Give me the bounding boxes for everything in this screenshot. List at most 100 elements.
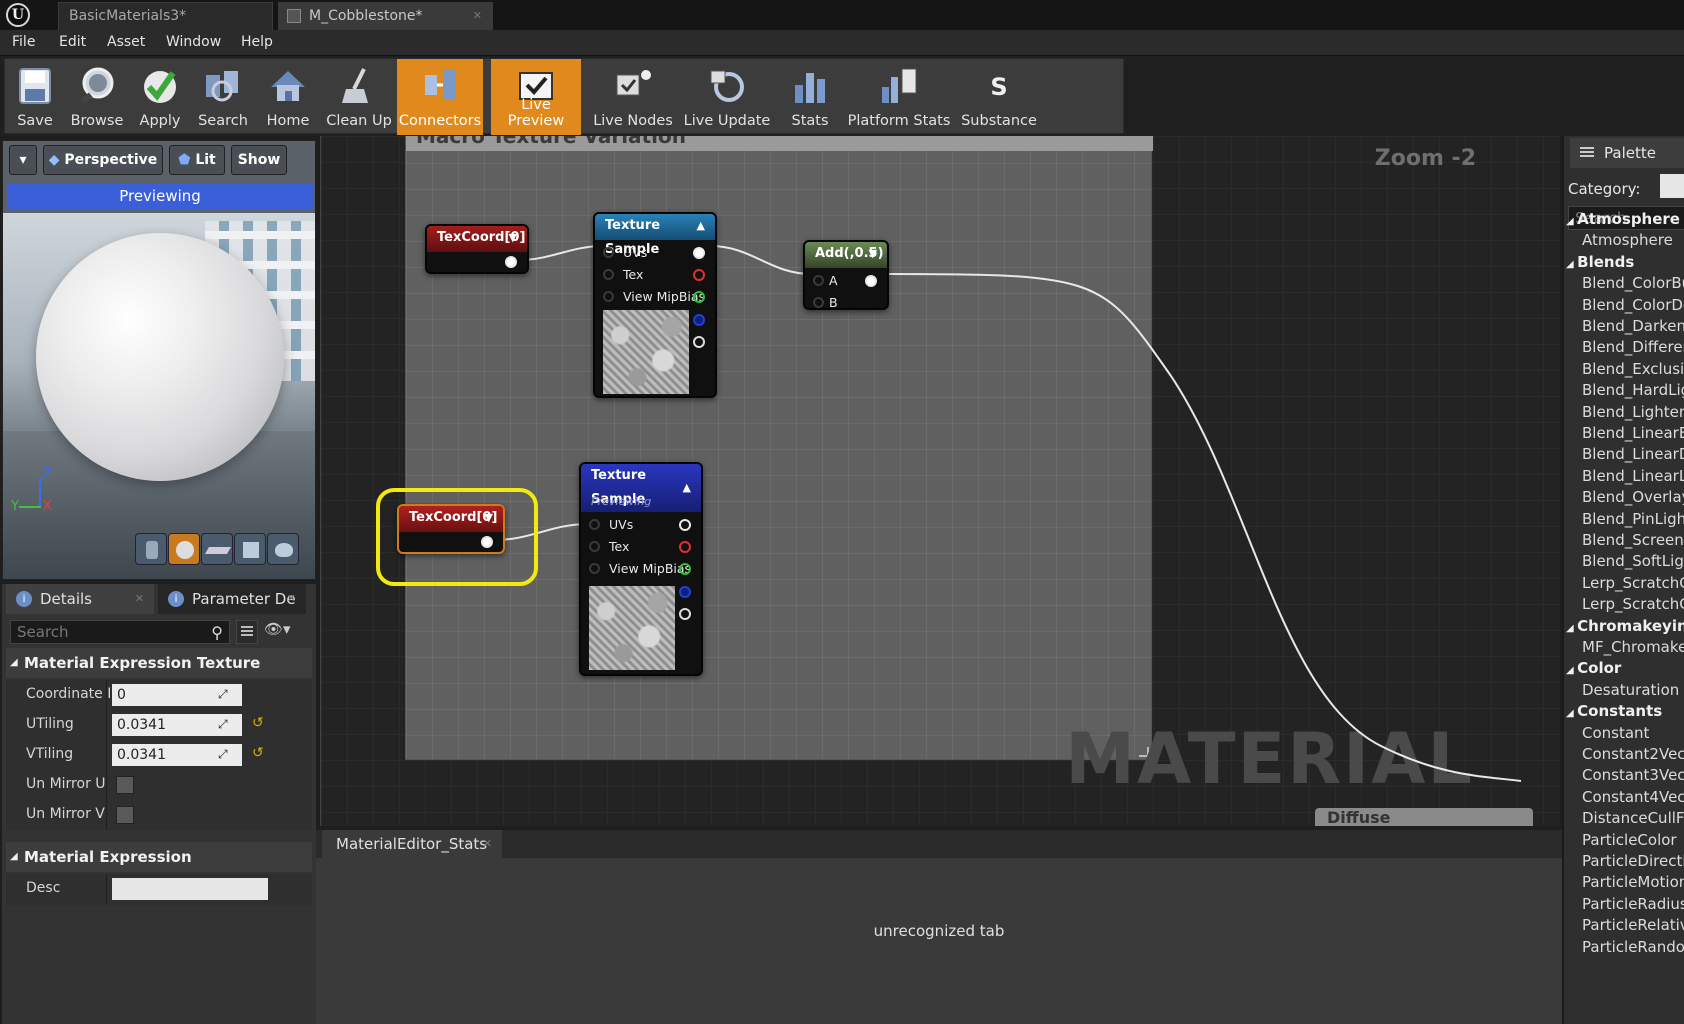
search-button[interactable]: Search bbox=[191, 59, 255, 135]
texcoord-node-top[interactable]: TexCoord[0] ▼ bbox=[425, 224, 529, 274]
tab-details[interactable]: i Details ✕ bbox=[6, 584, 154, 614]
close-tab-icon[interactable]: ✕ bbox=[287, 584, 296, 614]
output-pin-g[interactable] bbox=[679, 563, 691, 575]
palette-item[interactable]: ParticleRadius bbox=[1582, 895, 1684, 913]
palette-item[interactable]: Blend_Screen bbox=[1582, 531, 1684, 549]
tab-basicmaterials[interactable]: BasicMaterials3* bbox=[58, 2, 273, 30]
input-pin[interactable] bbox=[603, 269, 614, 280]
palette-item[interactable]: Blend_ColorDodge bbox=[1582, 296, 1684, 314]
spin-arrows-icon[interactable]: ⤢ bbox=[218, 717, 228, 732]
palette-item[interactable]: Blend_Darken bbox=[1582, 317, 1684, 335]
output-pin-b[interactable] bbox=[679, 586, 691, 598]
lit-button[interactable]: ⬟ Lit bbox=[169, 145, 225, 175]
output-pin-r[interactable] bbox=[693, 269, 705, 281]
output-pin-b[interactable] bbox=[693, 314, 705, 326]
palette-item[interactable]: Blend_Difference bbox=[1582, 338, 1684, 356]
output-pin-g[interactable] bbox=[693, 291, 705, 303]
perspective-button[interactable]: ◆ Perspective bbox=[43, 145, 163, 175]
palette-item[interactable]: MF_Chromakey bbox=[1582, 638, 1684, 656]
palette-item[interactable]: Constant bbox=[1582, 724, 1649, 742]
output-pin-rgb[interactable] bbox=[679, 519, 691, 531]
cylinder-preview-button[interactable] bbox=[135, 533, 167, 565]
palette-item[interactable]: Blend_Overlay bbox=[1582, 488, 1684, 506]
palette-item[interactable]: Blend_SoftLight bbox=[1582, 552, 1684, 570]
texture-sample-node-top[interactable]: Texture Sample ▲ UVs Tex View MipBias bbox=[593, 212, 717, 398]
palette-category[interactable]: ◢ Blends bbox=[1566, 253, 1634, 271]
output-pin[interactable] bbox=[865, 275, 877, 287]
close-tab-icon[interactable]: ✕ bbox=[483, 830, 492, 858]
input-pin[interactable] bbox=[813, 275, 824, 286]
palette-item[interactable]: Blend_ColorBurn bbox=[1582, 274, 1684, 292]
view-options-button[interactable] bbox=[236, 620, 258, 644]
sphere-preview-button[interactable] bbox=[168, 533, 200, 565]
palette-item[interactable]: DistanceCullFade bbox=[1582, 809, 1684, 827]
palette-item[interactable]: ParticleRelativeTime bbox=[1582, 916, 1684, 934]
cube-preview-button[interactable] bbox=[234, 533, 266, 565]
palette-item[interactable]: Constant2Vector bbox=[1582, 745, 1684, 763]
output-pin[interactable] bbox=[505, 256, 517, 268]
live-update-button[interactable]: Live Update bbox=[677, 59, 777, 135]
connectors-button[interactable]: Connectors bbox=[397, 59, 483, 135]
palette-item[interactable]: Blend_HardLight bbox=[1582, 381, 1684, 399]
material-graph[interactable]: Macro Texture Variation Zoom -2 MATERIAL… bbox=[320, 136, 1560, 826]
viewport-options-button[interactable]: ▾ bbox=[9, 145, 37, 175]
section-material-expression[interactable]: ◢ Material Expression bbox=[6, 842, 312, 872]
input-pin[interactable] bbox=[589, 541, 600, 552]
stats-button[interactable]: Stats bbox=[777, 59, 843, 135]
input-pin[interactable] bbox=[813, 297, 824, 308]
un-mirror-v-checkbox[interactable] bbox=[116, 806, 134, 824]
plane-preview-button[interactable] bbox=[201, 533, 233, 565]
palette-item[interactable]: Lerp_ScratchGrime bbox=[1582, 574, 1684, 592]
palette-category[interactable]: ◢ Constants bbox=[1566, 702, 1662, 720]
palette-item[interactable]: ParticleColor bbox=[1582, 831, 1677, 849]
menu-window[interactable]: Window bbox=[166, 34, 221, 50]
palette-item[interactable]: Blend_Exclusion bbox=[1582, 360, 1684, 378]
menu-asset[interactable]: Asset bbox=[107, 34, 145, 50]
output-pin-r[interactable] bbox=[679, 541, 691, 553]
category-dropdown[interactable] bbox=[1660, 174, 1684, 198]
output-pin-a[interactable] bbox=[679, 608, 691, 620]
details-search-input[interactable]: Search ⚲ bbox=[10, 620, 230, 644]
tab-material-editor-stats[interactable]: MaterialEditor_Stats ✕ bbox=[322, 830, 502, 858]
tab-palette[interactable]: Palette bbox=[1570, 138, 1684, 168]
section-texture-coordinate[interactable]: ◢ Material Expression Texture Coordinate bbox=[6, 648, 312, 702]
palette-category[interactable]: ◢ Chromakeying bbox=[1566, 617, 1684, 635]
palette-item[interactable]: Desaturation bbox=[1582, 681, 1679, 699]
add-node[interactable]: Add(,0.5) ▼ A B bbox=[803, 240, 889, 310]
palette-item[interactable]: Blend_LinearDodge bbox=[1582, 445, 1684, 463]
menu-help[interactable]: Help bbox=[241, 34, 273, 50]
tab-m-cobblestone[interactable]: M_Cobblestone* ✕ bbox=[278, 2, 493, 30]
input-pin[interactable] bbox=[603, 291, 614, 302]
palette-item[interactable]: Blend_LinearBurn bbox=[1582, 424, 1684, 442]
palette-item[interactable]: Atmosphere bbox=[1582, 231, 1673, 249]
palette-item[interactable]: Constant4Vector bbox=[1582, 788, 1684, 806]
texture-sample-node-bottom[interactable]: Texture Sample Previewing ▲ UVs Tex View… bbox=[579, 462, 703, 676]
input-pin[interactable] bbox=[589, 563, 600, 574]
apply-button[interactable]: Apply bbox=[129, 59, 191, 135]
palette-item[interactable]: ParticleDirection bbox=[1582, 852, 1684, 870]
palette-item[interactable]: Constant3Vector bbox=[1582, 766, 1684, 784]
tab-parameter-defaults[interactable]: i Parameter De ✕ bbox=[158, 584, 306, 614]
palette-item[interactable]: Lerp_ScratchGrime2 bbox=[1582, 595, 1684, 613]
desc-field[interactable] bbox=[112, 878, 268, 900]
output-pin-rgb[interactable] bbox=[693, 247, 705, 259]
input-pin[interactable] bbox=[603, 247, 614, 258]
collapse-node-icon[interactable]: ▲ bbox=[697, 214, 705, 238]
close-tab-icon[interactable]: ✕ bbox=[135, 584, 144, 614]
teapot-preview-button[interactable] bbox=[267, 533, 299, 565]
save-button[interactable]: Save bbox=[5, 59, 65, 135]
reset-to-default-icon[interactable]: ↺ bbox=[252, 715, 264, 731]
spin-arrows-icon[interactable]: ⤢ bbox=[218, 687, 228, 702]
palette-category[interactable]: ◢ Color bbox=[1566, 659, 1621, 677]
input-pin[interactable] bbox=[589, 519, 600, 530]
live-preview-button[interactable]: Live Preview bbox=[491, 59, 581, 135]
visibility-options-button[interactable]: 👁▾ bbox=[264, 620, 304, 644]
collapse-node-icon[interactable]: ▼ bbox=[509, 226, 517, 250]
browse-button[interactable]: Browse bbox=[65, 59, 129, 135]
menu-edit[interactable]: Edit bbox=[59, 34, 86, 50]
palette-category[interactable]: ◢ Atmosphere bbox=[1566, 210, 1680, 228]
collapse-node-icon[interactable]: ▲ bbox=[683, 476, 691, 500]
reset-to-default-icon[interactable]: ↺ bbox=[252, 745, 264, 761]
live-nodes-button[interactable]: Live Nodes bbox=[589, 59, 677, 135]
preview-viewport[interactable]: ▾ ◆ Perspective ⬟ Lit Show Previewing Z … bbox=[2, 140, 316, 580]
